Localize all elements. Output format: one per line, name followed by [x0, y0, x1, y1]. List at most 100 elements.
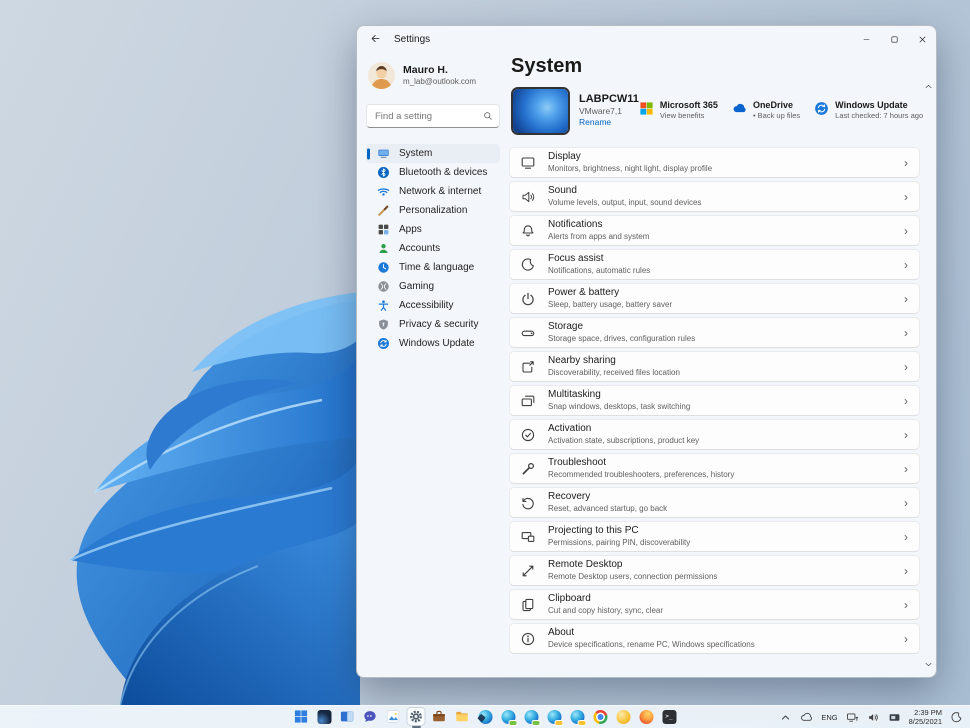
content: System LABPCW11 VMware7,1 Rename Microso… [509, 52, 920, 677]
sidebar-item-label: Windows Update [399, 338, 475, 349]
search-input[interactable] [373, 110, 483, 123]
sidebar-item-personalization[interactable]: Personalization [366, 201, 500, 220]
maximize-icon [890, 32, 899, 47]
rename-link[interactable]: Rename [579, 117, 639, 129]
settings-row-title: Recovery [548, 491, 667, 503]
status-card-onedrive[interactable]: OneDrive • Back up files [732, 100, 800, 121]
taskbar-terminal-icon[interactable]: >_ [660, 707, 679, 726]
settings-row-projecting-to-this-pc[interactable]: Projecting to this PC Permissions, pairi… [509, 521, 920, 552]
settings-row-remote-desktop[interactable]: Remote Desktop Remote Desktop users, con… [509, 555, 920, 586]
settings-row-storage[interactable]: Storage Storage space, drives, configura… [509, 317, 920, 348]
chevron-right-icon: › [904, 429, 908, 441]
settings-row-multitasking[interactable]: Multitasking Snap windows, desktops, tas… [509, 385, 920, 416]
display-icon [520, 155, 536, 171]
settings-row-display[interactable]: Display Monitors, brightness, night ligh… [509, 147, 920, 178]
settings-row-subtitle: Monitors, brightness, night light, displ… [548, 164, 712, 174]
settings-row-sound[interactable]: Sound Volume levels, output, input, soun… [509, 181, 920, 212]
sidebar-item-network-internet[interactable]: Network & internet [366, 182, 500, 201]
chevron-right-icon: › [904, 463, 908, 475]
sidebar-item-label: System [399, 148, 432, 159]
volume-tray-icon[interactable] [867, 711, 880, 724]
taskbar-pinned-dark-app-icon[interactable] [315, 707, 334, 726]
taskbar-file-explorer-icon[interactable] [453, 707, 472, 726]
settings-row-title: Power & battery [548, 287, 672, 299]
sidebar-item-label: Apps [399, 224, 422, 235]
sidebar-item-system[interactable]: System [366, 144, 500, 163]
system-tray: ENG 2:39 PM 8/25/2021 [779, 708, 970, 726]
vm-tools-tray-icon[interactable] [888, 711, 901, 724]
taskbar-chat-icon[interactable] [361, 707, 380, 726]
taskbar-edge-profile-2-icon[interactable] [522, 707, 541, 726]
minimize-button[interactable] [852, 26, 880, 52]
taskbar-toolbox-icon[interactable] [430, 707, 449, 726]
user-account[interactable]: Mauro H. m_lab@outlook.com [368, 62, 500, 89]
status-card-title: Windows Update [835, 100, 923, 111]
windows-update-icon [814, 101, 829, 116]
settings-row-focus-assist[interactable]: Focus assist Notifications, automatic ru… [509, 249, 920, 280]
settings-row-title: Storage [548, 321, 695, 333]
status-card-windows-update[interactable]: Windows Update Last checked: 7 hours ago [814, 100, 923, 121]
taskbar-edge-canary-icon[interactable] [614, 707, 633, 726]
taskbar-task-view-icon[interactable] [338, 707, 357, 726]
tray-overflow-chevron-icon[interactable] [779, 711, 792, 724]
taskbar-photos-icon[interactable] [384, 707, 403, 726]
wallpaper-bloom-graphic [0, 0, 360, 706]
taskbar-firefox-icon[interactable] [637, 707, 656, 726]
taskbar-settings-icon[interactable] [407, 707, 426, 726]
scroll-down-icon[interactable] [924, 656, 933, 665]
settings-row-notifications[interactable]: Notifications Alerts from apps and syste… [509, 215, 920, 246]
taskbar-edge-profile-4-icon[interactable] [568, 707, 587, 726]
close-button[interactable] [908, 26, 936, 52]
settings-row-subtitle: Remote Desktop users, connection permiss… [548, 572, 717, 582]
sidebar-item-accounts[interactable]: Accounts [366, 239, 500, 258]
settings-row-subtitle: Discoverability, received files location [548, 368, 680, 378]
accounts-icon [377, 242, 390, 255]
accessibility-icon [377, 299, 390, 312]
power-icon [520, 291, 536, 307]
status-card-microsoft-365[interactable]: Microsoft 365 View benefits [639, 100, 718, 121]
settings-row-activation[interactable]: Activation Activation state, subscriptio… [509, 419, 920, 450]
sidebar-item-accessibility[interactable]: Accessibility [366, 296, 500, 315]
activation-icon [520, 427, 536, 443]
settings-row-subtitle: Storage space, drives, configuration rul… [548, 334, 695, 344]
network-tray-icon[interactable] [846, 711, 859, 724]
back-arrow-icon [370, 32, 381, 47]
settings-row-recovery[interactable]: Recovery Reset, advanced startup, go bac… [509, 487, 920, 518]
settings-row-clipboard[interactable]: Clipboard Cut and copy history, sync, cl… [509, 589, 920, 620]
chevron-right-icon: › [904, 361, 908, 373]
settings-row-about[interactable]: About Device specifications, rename PC, … [509, 623, 920, 654]
device-thumbnail [511, 87, 570, 135]
settings-row-subtitle: Cut and copy history, sync, clear [548, 606, 663, 616]
personalization-icon [377, 204, 390, 217]
sidebar-item-privacy-security[interactable]: Privacy & security [366, 315, 500, 334]
chevron-right-icon: › [904, 293, 908, 305]
user-name: Mauro H. [403, 64, 476, 77]
taskbar-chrome-icon[interactable] [591, 707, 610, 726]
taskbar-edge-icon[interactable] [476, 707, 495, 726]
settings-row-troubleshoot[interactable]: Troubleshoot Recommended troubleshooters… [509, 453, 920, 484]
taskbar-edge-profile-1-icon[interactable] [499, 707, 518, 726]
settings-row-power-battery[interactable]: Power & battery Sleep, battery usage, ba… [509, 283, 920, 314]
settings-row-subtitle: Alerts from apps and system [548, 232, 649, 242]
clock[interactable]: 2:39 PM 8/25/2021 [909, 708, 942, 726]
sidebar-item-windows-update[interactable]: Windows Update [366, 334, 500, 353]
back-button[interactable] [365, 30, 385, 48]
onedrive-tray-icon[interactable] [800, 711, 813, 724]
sidebar-item-label: Privacy & security [399, 319, 478, 330]
settings-row-subtitle: Sleep, battery usage, battery saver [548, 300, 672, 310]
sidebar-item-gaming[interactable]: Gaming [366, 277, 500, 296]
focus-assist-tray-icon[interactable] [950, 711, 963, 724]
settings-window: Settings Mauro H. m_lab@outlook.com [356, 25, 937, 678]
settings-row-title: Clipboard [548, 593, 663, 605]
settings-row-nearby-sharing[interactable]: Nearby sharing Discoverability, received… [509, 351, 920, 382]
sidebar-item-bluetooth-devices[interactable]: Bluetooth & devices [366, 163, 500, 182]
sidebar-item-time-language[interactable]: Time & language [366, 258, 500, 277]
sidebar-item-apps[interactable]: Apps [366, 220, 500, 239]
chevron-right-icon: › [904, 599, 908, 611]
scroll-up-icon[interactable] [924, 78, 933, 87]
taskbar-edge-profile-3-icon[interactable] [545, 707, 564, 726]
focus-assist-icon [520, 257, 536, 273]
language-indicator[interactable]: ENG [821, 713, 837, 722]
taskbar-start-icon[interactable] [292, 707, 311, 726]
maximize-button[interactable] [880, 26, 908, 52]
